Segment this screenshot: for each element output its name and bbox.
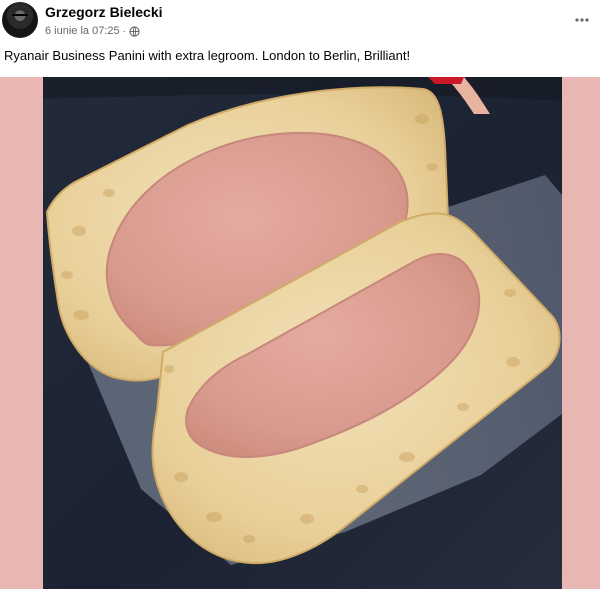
author-name[interactable]: Grzegorz Bielecki [45, 4, 163, 20]
post-header: Grzegorz Bielecki 6 iunie la 07:25 · [0, 0, 600, 42]
post-timestamp[interactable]: 6 iunie la 07:25 [45, 25, 120, 37]
post-text: Ryanair Business Panini with extra legro… [4, 48, 411, 63]
globe-icon [129, 25, 140, 37]
meta-separator: · [122, 25, 126, 37]
panini-photo[interactable] [43, 77, 562, 589]
facebook-post: Grzegorz Bielecki 6 iunie la 07:25 · Rya… [0, 0, 600, 589]
avatar-glasses-icon [12, 14, 28, 20]
post-meta: 6 iunie la 07:25 · [45, 24, 140, 38]
panini-image [43, 77, 562, 589]
more-options-icon[interactable] [572, 10, 592, 30]
photo-area [0, 77, 600, 589]
avatar[interactable] [2, 2, 38, 38]
ellipsis-icon [575, 18, 589, 22]
